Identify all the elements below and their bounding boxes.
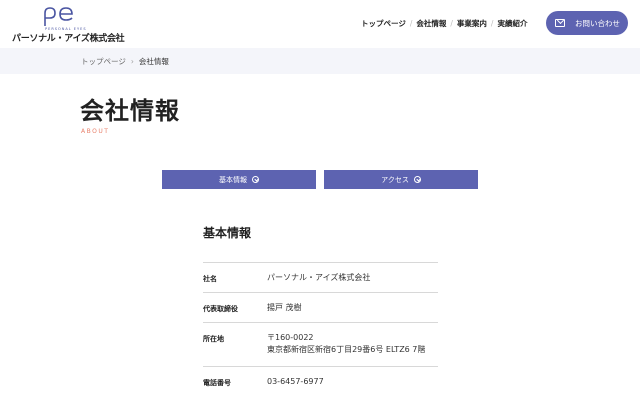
main-nav: トップページ / 会社情報 / 事業案内 / 実績紹介 (361, 17, 527, 29)
company-info-table: 社名 パーソナル・アイズ株式会社 代表取締役 揚戸 茂樹 所在地 〒160-00… (203, 262, 438, 396)
nav-item-works[interactable]: 実績紹介 (497, 18, 527, 29)
contact-button-label: お問い合わせ (575, 18, 620, 28)
table-row: 所在地 〒160-0022 東京都新宿区新宿6丁目29番6号 ELTZ6 7階 (203, 322, 438, 366)
nav-item-business[interactable]: 事業案内 (457, 18, 487, 29)
breadcrumb-current: 会社情報 (138, 57, 169, 66)
breadcrumb: トップページ › 会社情報 (81, 56, 169, 67)
tab-label: 基本情報 (219, 175, 247, 184)
site-header: PERSONAL EYES パーソナル・アイズ株式会社 トップページ / 会社情… (0, 0, 640, 46)
row-value-address: 〒160-0022 東京都新宿区新宿6丁目29番6号 ELTZ6 7階 (267, 332, 425, 366)
logo-company-name: パーソナル・アイズ株式会社 (12, 34, 125, 44)
circle-chevron-down-icon (252, 176, 259, 183)
logo-mark-icon (44, 7, 73, 26)
table-row: 電話番号 03-6457-6977 (203, 366, 438, 396)
row-label: 所在地 (203, 335, 224, 343)
breadcrumb-home[interactable]: トップページ (81, 56, 126, 67)
nav-separator: / (450, 18, 453, 28)
tab-basic-info[interactable]: 基本情報 (162, 170, 316, 189)
mail-icon (555, 19, 565, 27)
nav-separator: / (490, 18, 494, 28)
row-value: 03-6457-6977 (267, 377, 324, 386)
address-line: 東京都新宿区新宿6丁目29番6号 ELTZ6 7階 (267, 345, 426, 354)
page-subtitle: ABOUT (81, 128, 110, 135)
table-row: 代表取締役 揚戸 茂樹 (203, 292, 438, 322)
section-title: 基本情報 (203, 226, 252, 240)
tab-label: アクセス (381, 175, 409, 184)
circle-chevron-down-icon (413, 176, 421, 183)
nav-item-top[interactable]: トップページ (361, 18, 406, 29)
nav-item-company[interactable]: 会社情報 (416, 18, 446, 29)
tab-access[interactable]: アクセス (324, 170, 478, 189)
row-value: 揚戸 茂樹 (267, 303, 302, 312)
nav-separator: / (409, 18, 413, 28)
page-title: 会社情報 (80, 97, 180, 125)
breadcrumb-bar: トップページ › 会社情報 (0, 48, 640, 74)
row-label: 代表取締役 (203, 305, 238, 313)
row-value: パーソナル・アイズ株式会社 (267, 273, 371, 282)
company-logo[interactable]: PERSONAL EYES パーソナル・アイズ株式会社 (12, 6, 125, 44)
contact-button[interactable]: お問い合わせ (546, 11, 628, 35)
chevron-right-icon: › (130, 57, 134, 66)
postal-code: 〒160-0022 (267, 333, 314, 342)
table-row: 社名 パーソナル・アイズ株式会社 (203, 262, 438, 292)
row-label: 電話番号 (203, 379, 231, 387)
row-label: 社名 (203, 275, 217, 283)
